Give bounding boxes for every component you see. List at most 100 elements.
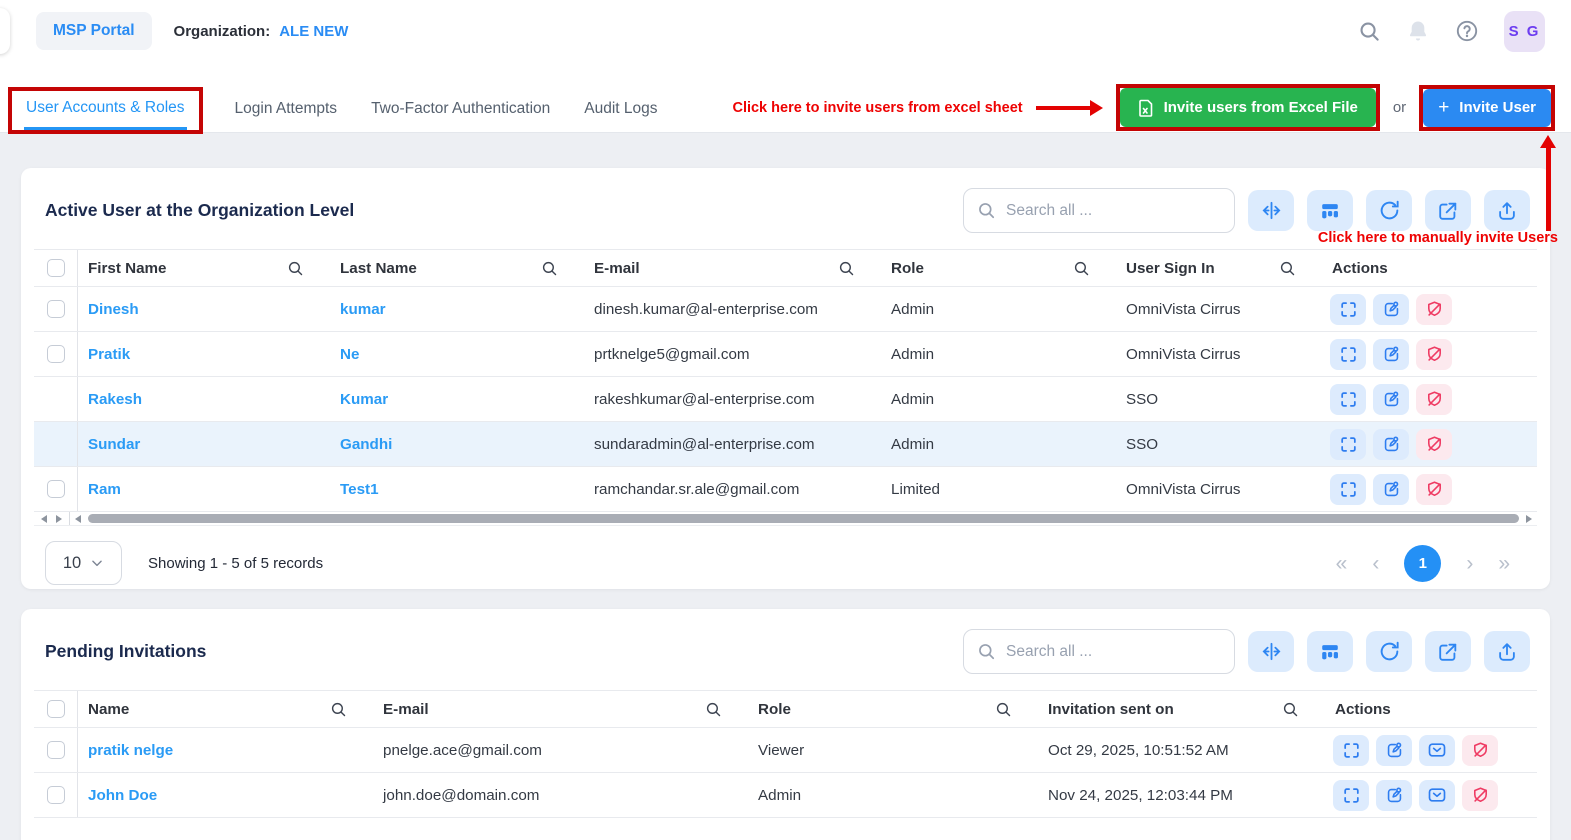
columns-icon[interactable] [1307, 190, 1353, 231]
block-icon[interactable] [1416, 473, 1452, 505]
edit-icon[interactable] [1373, 473, 1409, 505]
expand-icon[interactable] [1330, 383, 1366, 415]
refresh-icon[interactable] [1366, 190, 1412, 231]
next-page-button[interactable]: › [1466, 553, 1473, 574]
column-search-icon [331, 702, 346, 716]
columns-icon[interactable] [1307, 631, 1353, 672]
active-users-search-input[interactable] [1006, 201, 1221, 220]
expand-icon[interactable] [1330, 473, 1366, 505]
tab-audit-logs[interactable]: Audit Logs [582, 92, 659, 134]
tab-two-factor-authentication[interactable]: Two-Factor Authentication [369, 92, 552, 134]
first-name-link[interactable]: Pratik [78, 346, 330, 363]
records-summary: Showing 1 - 5 of 5 records [148, 554, 324, 572]
organization-name-link[interactable]: ALE NEW [279, 23, 348, 40]
scrollbar-thumb[interactable] [88, 514, 1519, 523]
first-page-button[interactable]: « [1336, 553, 1348, 574]
bell-icon[interactable] [1406, 19, 1430, 43]
expand-icon[interactable] [1330, 428, 1366, 460]
row-checkbox[interactable] [46, 741, 65, 759]
column-last-name[interactable]: Last Name [330, 260, 584, 277]
first-name-link[interactable]: Ram [78, 481, 330, 498]
help-icon[interactable] [1455, 19, 1479, 43]
fit-width-icon[interactable] [1248, 631, 1294, 672]
block-icon[interactable] [1462, 734, 1498, 766]
edit-icon[interactable] [1376, 779, 1412, 811]
page-size-select[interactable]: 10 [45, 541, 122, 585]
column-invitation-sent-on[interactable]: Invitation sent on [1038, 701, 1325, 718]
refresh-icon[interactable] [1366, 631, 1412, 672]
select-all-checkbox[interactable] [46, 259, 65, 277]
sign-in-cell: SSO [1126, 390, 1159, 408]
column-first-name[interactable]: First Name [78, 260, 330, 277]
last-name-link[interactable]: kumar [330, 301, 584, 318]
expand-icon[interactable] [1333, 734, 1369, 766]
first-name-link[interactable]: Sundar [78, 436, 330, 453]
active-users-search [963, 188, 1235, 233]
block-icon[interactable] [1416, 428, 1452, 460]
row-checkbox[interactable] [46, 786, 65, 804]
block-icon[interactable] [1416, 383, 1452, 415]
prev-page-button[interactable]: ‹ [1372, 553, 1379, 574]
last-name-link[interactable]: Kumar [330, 391, 584, 408]
expand-icon[interactable] [1333, 779, 1369, 811]
scrollbar-track[interactable] [70, 514, 1537, 523]
scroll-step-buttons[interactable] [34, 512, 70, 525]
open-external-icon[interactable] [1425, 190, 1471, 231]
invite-users-excel-button[interactable]: Invite users from Excel File [1119, 88, 1376, 127]
column-name[interactable]: Name [78, 701, 373, 718]
msp-portal-chip[interactable]: MSP Portal [36, 12, 152, 50]
pagination: « ‹ 1 › » [1336, 544, 1510, 582]
sign-in-cell: OmniVista Cirrus [1126, 345, 1241, 363]
email-cell: pnelge.ace@gmail.com [383, 741, 542, 759]
row-checkbox[interactable] [46, 300, 65, 318]
tab-login-attempts[interactable]: Login Attempts [233, 92, 340, 134]
table-row: Ram Test1 ramchandar.sr.ale@gmail.com Li… [34, 467, 1537, 512]
block-icon[interactable] [1462, 779, 1498, 811]
current-page-button[interactable]: 1 [1404, 544, 1442, 582]
last-name-link[interactable]: Gandhi [330, 436, 584, 453]
row-checkbox[interactable] [46, 345, 65, 363]
expand-icon[interactable] [1330, 338, 1366, 370]
last-name-link[interactable]: Ne [330, 346, 584, 363]
row-checkbox[interactable] [46, 480, 65, 498]
select-all-checkbox[interactable] [46, 700, 65, 718]
column-role[interactable]: Role [881, 260, 1116, 277]
upload-icon[interactable] [1484, 190, 1530, 231]
sidebar-edge-handle[interactable] [0, 8, 10, 54]
column-user-sign-in[interactable]: User Sign In [1116, 260, 1322, 277]
excel-file-icon [1138, 99, 1154, 117]
search-icon[interactable] [1357, 19, 1381, 43]
edit-icon[interactable] [1373, 293, 1409, 325]
envelope-icon[interactable] [1419, 779, 1455, 811]
edit-icon[interactable] [1373, 383, 1409, 415]
expand-icon[interactable] [1330, 293, 1366, 325]
fit-width-icon[interactable] [1248, 190, 1294, 231]
last-name-link[interactable]: Test1 [330, 481, 584, 498]
edit-icon[interactable] [1373, 428, 1409, 460]
upload-icon[interactable] [1484, 631, 1530, 672]
edit-icon[interactable] [1376, 734, 1412, 766]
block-icon[interactable] [1416, 338, 1452, 370]
column-search-icon [288, 261, 303, 275]
first-name-link[interactable]: Rakesh [78, 391, 330, 408]
pending-invitations-search [963, 629, 1235, 674]
column-email[interactable]: E-mail [373, 701, 748, 718]
name-link[interactable]: John Doe [78, 787, 373, 804]
tab-user-accounts-roles[interactable]: User Accounts & Roles [24, 91, 187, 130]
name-link[interactable]: pratik nelge [78, 742, 373, 759]
active-users-toolbar [1248, 190, 1530, 231]
column-role[interactable]: Role [748, 701, 1038, 718]
user-avatar[interactable]: S G [1504, 10, 1545, 52]
invite-user-button[interactable]: + Invite User [1423, 88, 1551, 127]
first-name-link[interactable]: Dinesh [78, 301, 330, 318]
block-icon[interactable] [1416, 293, 1452, 325]
last-page-button[interactable]: » [1498, 553, 1510, 574]
sent-on-cell: Nov 24, 2025, 12:03:44 PM [1048, 786, 1233, 804]
pending-invitations-search-input[interactable] [1006, 642, 1221, 661]
open-external-icon[interactable] [1425, 631, 1471, 672]
table-row: Dinesh kumar dinesh.kumar@al-enterprise.… [34, 287, 1537, 332]
envelope-icon[interactable] [1419, 734, 1455, 766]
edit-icon[interactable] [1373, 338, 1409, 370]
column-email[interactable]: E-mail [584, 260, 881, 277]
sign-in-cell: SSO [1126, 435, 1159, 453]
